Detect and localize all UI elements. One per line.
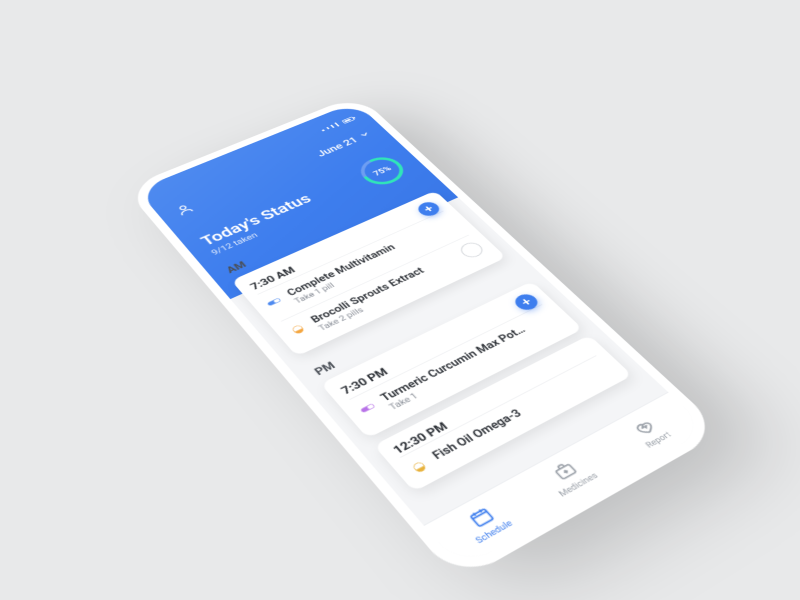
progress-label: 75%: [350, 151, 413, 191]
date-selector[interactable]: June 21: [315, 130, 374, 159]
pill-icon: [407, 457, 432, 476]
pill-icon: [356, 399, 380, 417]
date-label: June 21: [315, 136, 361, 159]
profile-icon[interactable]: [173, 202, 198, 219]
progress-ring: 75%: [350, 151, 413, 191]
plus-icon: +: [421, 203, 436, 214]
app-screen: June 21 Today's Status 9/12 taken: [137, 102, 708, 569]
phone-mockup: June 21 Today's Status 9/12 taken: [124, 95, 723, 583]
plus-icon: +: [518, 296, 535, 309]
pill-icon: [263, 294, 285, 310]
mark-taken-button[interactable]: [457, 240, 487, 260]
chevron-down-icon: [357, 130, 374, 141]
pill-icon: [287, 321, 309, 337]
